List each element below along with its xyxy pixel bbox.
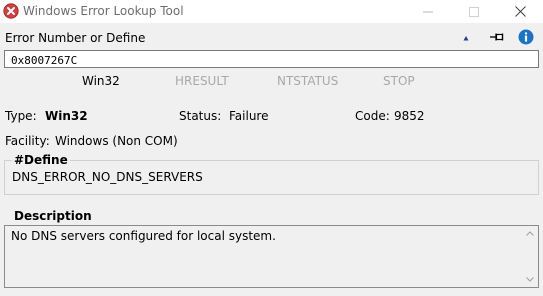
status-label: Status: <box>179 109 222 123</box>
description-box[interactable]: No DNS servers configured for local syst… <box>4 225 539 288</box>
description-scrollbar[interactable] <box>522 227 537 286</box>
facility-label: Facility: <box>5 134 50 148</box>
triangle-up-icon[interactable] <box>461 32 471 42</box>
define-value[interactable]: DNS_ERROR_NO_DNS_SERVERS <box>12 170 203 184</box>
code-value: 9852 <box>394 109 425 123</box>
scroll-down-icon[interactable] <box>522 273 537 286</box>
code-label: Code: <box>355 109 390 123</box>
tab-hresult[interactable]: HRESULT <box>175 74 229 88</box>
type-label: Type: <box>5 109 37 123</box>
close-icon <box>514 6 526 17</box>
info-icon[interactable] <box>518 29 534 45</box>
maximize-icon <box>469 6 479 17</box>
tab-stop[interactable]: STOP <box>383 74 415 88</box>
tab-win32[interactable]: Win32 <box>82 74 120 88</box>
define-title: #Define <box>12 153 70 167</box>
facility-value: Windows (Non COM) <box>55 134 178 148</box>
description-title: Description <box>14 209 92 223</box>
error-x-icon <box>3 3 19 19</box>
tab-ntstatus[interactable]: NTSTATUS <box>277 74 338 88</box>
scroll-up-icon[interactable] <box>522 227 537 240</box>
minimize-icon <box>423 11 433 12</box>
window-title: Windows Error Lookup Tool <box>23 4 184 18</box>
error-number-input[interactable] <box>11 54 532 67</box>
type-value: Win32 <box>45 109 88 123</box>
close-button[interactable] <box>497 0 543 23</box>
maximize-button[interactable] <box>451 0 497 23</box>
error-number-label: Error Number or Define <box>5 31 146 45</box>
status-value: Failure <box>229 109 269 123</box>
error-number-field[interactable] <box>4 50 539 68</box>
pin-icon[interactable] <box>488 30 506 44</box>
minimize-button[interactable] <box>405 0 451 23</box>
description-text[interactable]: No DNS servers configured for local syst… <box>11 229 276 243</box>
